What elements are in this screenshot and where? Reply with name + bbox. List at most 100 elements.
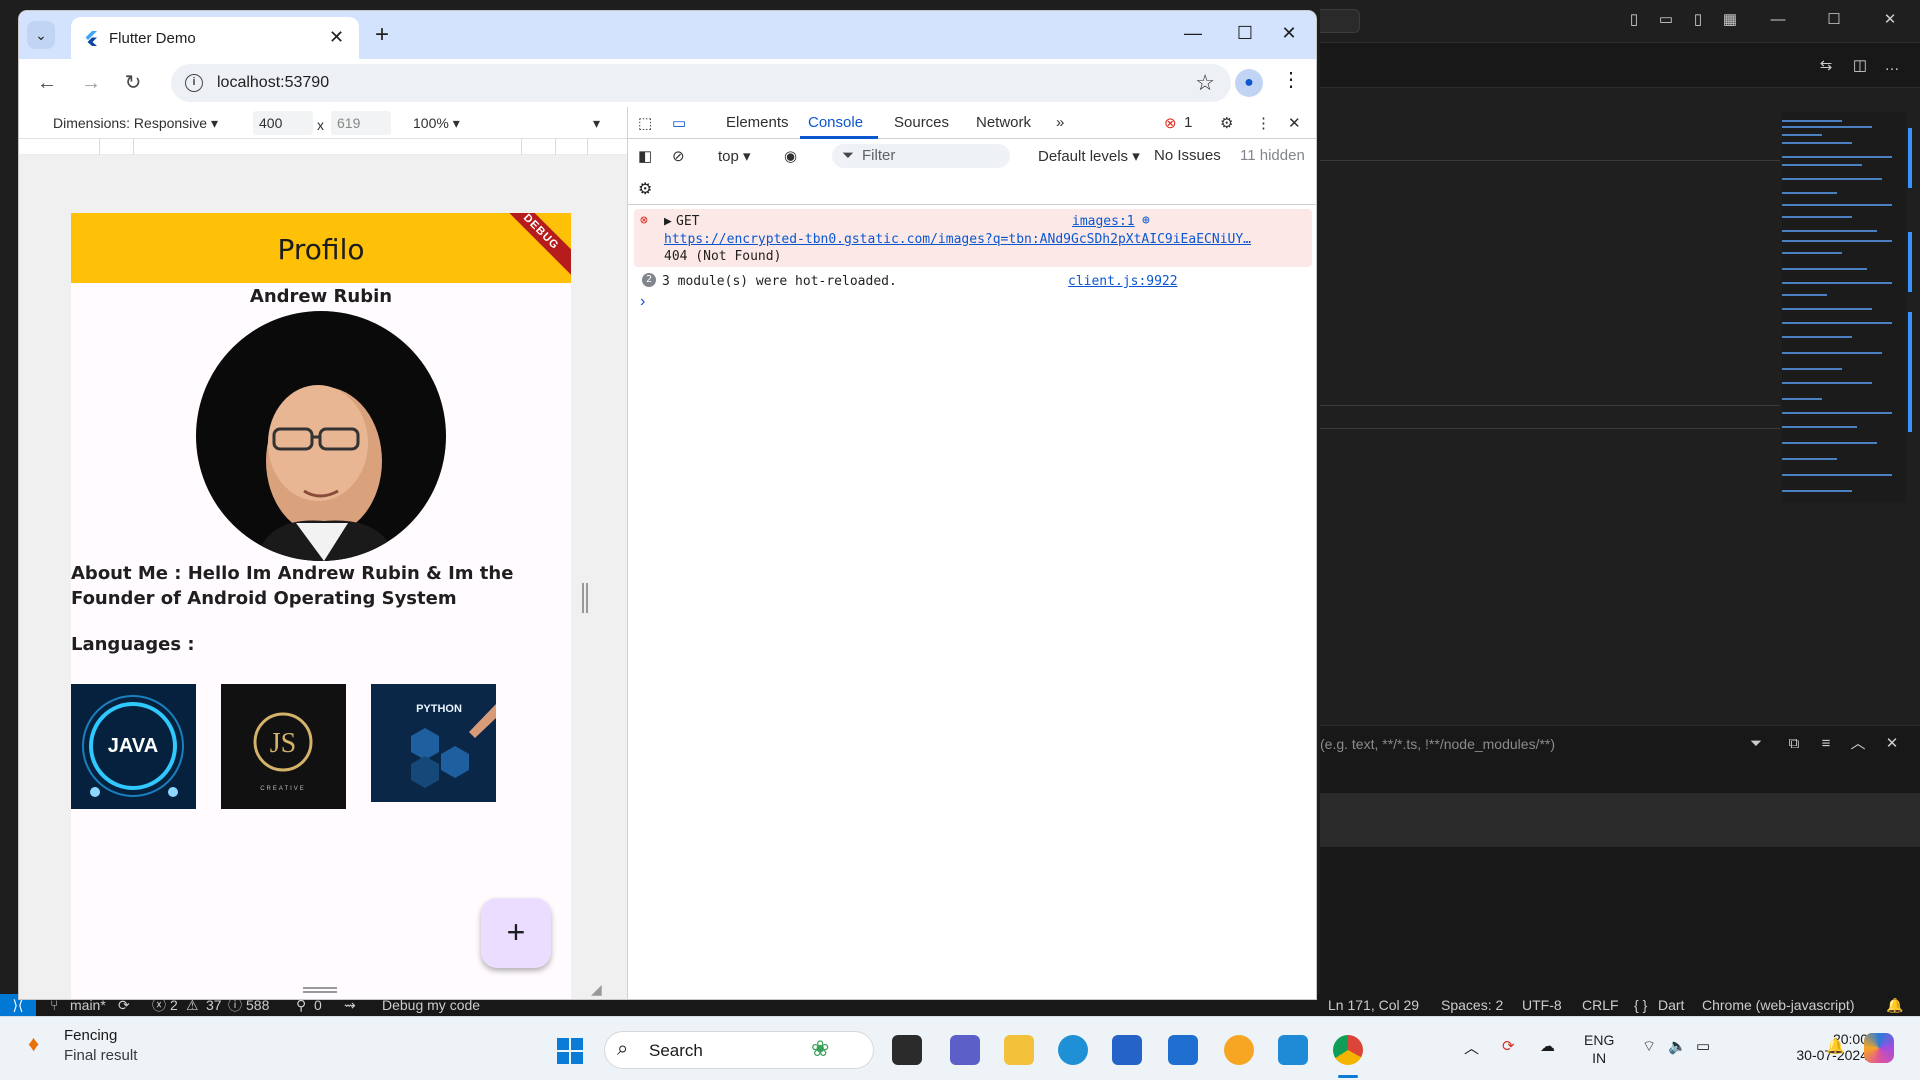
device-toggle-icon[interactable]: ▭	[672, 114, 686, 132]
resize-corner-icon[interactable]: ◢	[591, 981, 602, 998]
console-filter-input[interactable]: ⏷ Filter	[832, 144, 1010, 168]
sync-tray-icon[interactable]: ⟳	[1502, 1037, 1515, 1055]
indentation[interactable]: Spaces: 2	[1441, 994, 1503, 1016]
expand-triangle-icon[interactable]: ▶	[664, 214, 672, 229]
file-explorer-app-icon[interactable]	[1004, 1035, 1034, 1065]
tab-sources[interactable]: Sources	[894, 114, 949, 131]
clear-console-icon[interactable]: ⊘	[672, 147, 685, 165]
copilot-icon[interactable]	[1864, 1033, 1894, 1063]
pencil-app-icon[interactable]	[1224, 1035, 1254, 1065]
notifications-icon[interactable]: 🔔	[1886, 994, 1903, 1016]
info-source-link[interactable]: client.js:9922	[1068, 274, 1178, 289]
inspect-element-icon[interactable]: ⬚	[638, 114, 652, 132]
vscode-minimize-icon[interactable]: —	[1766, 10, 1790, 30]
vscode-command-center[interactable]	[1320, 9, 1360, 33]
chrome-app-icon[interactable]	[1333, 1035, 1363, 1065]
tab-elements[interactable]: Elements	[726, 114, 789, 131]
forward-icon[interactable]: →	[77, 71, 105, 95]
tab-close-icon[interactable]: ✕	[329, 27, 344, 48]
log-levels-dropdown[interactable]: Default levels ▾	[1038, 147, 1140, 165]
address-bar[interactable]: i localhost:53790 ☆	[171, 64, 1231, 102]
site-info-icon[interactable]: i	[185, 74, 203, 92]
maximize-panel-icon[interactable]: ︿	[1846, 734, 1870, 754]
editor-minimap[interactable]	[1782, 112, 1906, 502]
console-info-message[interactable]: 2 3 module(s) were hot-reloaded. client.…	[634, 269, 1312, 293]
dimensions-dropdown[interactable]: Dimensions: Responsive ▾	[53, 115, 218, 132]
chrome-menu-icon[interactable]: ⋮	[1281, 67, 1301, 92]
filter-icon[interactable]: ⏷	[1744, 734, 1768, 754]
console-settings-gear-icon[interactable]: ⚙	[638, 179, 652, 199]
browser-tab[interactable]: Flutter Demo ✕	[71, 17, 359, 59]
input-language[interactable]: ENG IN	[1584, 1031, 1614, 1067]
reload-icon[interactable]: ↻	[119, 71, 147, 95]
device-selector[interactable]: Chrome (web-javascript)	[1702, 994, 1854, 1016]
tray-overflow-icon[interactable]: ︿	[1464, 1037, 1479, 1058]
url-text[interactable]: localhost:53790	[217, 74, 329, 92]
notification-bell-icon[interactable]: 🔔	[1826, 1037, 1845, 1055]
split-editor-icon[interactable]: ◫	[1848, 56, 1872, 76]
minimize-icon[interactable]: —	[1173, 23, 1213, 44]
console-error-message[interactable]: ⊗ ▶ GET images:1 ⊕ https://encrypted-tbn…	[634, 209, 1312, 267]
copy-icon[interactable]: ⧉	[1782, 734, 1806, 754]
devtools-settings-icon[interactable]: ⚙	[1220, 114, 1233, 132]
customize-layout-icon[interactable]: ▦	[1718, 10, 1742, 30]
cursor-position[interactable]: Ln 171, Col 29	[1328, 994, 1419, 1016]
device-options-icon[interactable]: ▾	[593, 115, 600, 132]
console-sidebar-icon[interactable]: ◧	[638, 147, 652, 165]
network-globe-icon[interactable]: ⊕	[1142, 213, 1150, 228]
wifi-icon[interactable]: ⌔	[1642, 1037, 1656, 1056]
android-studio-app-icon[interactable]	[1168, 1035, 1198, 1065]
resize-handle-bottom[interactable]	[303, 987, 337, 993]
system-clock[interactable]: 20:00 30-07-2024	[1780, 1031, 1868, 1063]
open-changes-icon[interactable]: ⇆	[1814, 56, 1838, 76]
maximize-icon[interactable]: ☐	[1225, 23, 1265, 44]
close-window-icon[interactable]: ✕	[1269, 23, 1309, 44]
error-badge-icon[interactable]: ⊗	[1164, 114, 1177, 132]
battery-icon[interactable]: ▭	[1696, 1037, 1710, 1055]
issues-button[interactable]: No Issues	[1154, 147, 1221, 164]
media-query-ruler[interactable]	[19, 139, 627, 155]
live-expression-eye-icon[interactable]: ◉	[784, 147, 797, 165]
resize-handle-right[interactable]	[582, 583, 588, 613]
tab-console[interactable]: Console	[808, 114, 863, 131]
encoding[interactable]: UTF-8	[1522, 994, 1562, 1016]
teams-app-icon[interactable]	[950, 1035, 980, 1065]
error-badge-count[interactable]: 1	[1184, 114, 1192, 131]
back-icon[interactable]: ←	[33, 71, 61, 95]
add-fab-button[interactable]: +	[481, 898, 551, 968]
context-selector[interactable]: top ▾	[718, 147, 751, 165]
toggle-sidebar-icon[interactable]: ▯	[1622, 10, 1646, 30]
line-ending[interactable]: CRLF	[1582, 994, 1619, 1016]
bookmark-star-icon[interactable]: ☆	[1195, 70, 1215, 96]
tab-search-chevron-icon[interactable]: ⌄	[27, 21, 55, 49]
panel-filter-input[interactable]: (e.g. text, **/*.ts, !**/node_modules/**…	[1320, 730, 1780, 758]
edge-app-icon[interactable]	[1058, 1035, 1088, 1065]
terminal-app-icon[interactable]	[892, 1035, 922, 1065]
devtools-close-icon[interactable]: ✕	[1288, 114, 1301, 132]
console-prompt-icon[interactable]: ›	[640, 293, 645, 311]
toggle-secondary-sidebar-icon[interactable]: ▯	[1686, 10, 1710, 30]
language-mode[interactable]: Dart	[1658, 994, 1684, 1016]
width-input[interactable]: 400	[253, 111, 313, 135]
profile-avatar-icon[interactable]: ●	[1235, 69, 1263, 97]
cloud-tray-icon[interactable]: ☁	[1540, 1037, 1555, 1055]
error-source-link[interactable]: images:1	[1072, 214, 1135, 229]
close-panel-icon[interactable]: ✕	[1880, 734, 1904, 754]
new-tab-icon[interactable]: +	[375, 21, 389, 49]
taskbar-search[interactable]: ⌕ Search ❀	[604, 1031, 874, 1069]
toggle-panel-icon[interactable]: ▭	[1654, 10, 1678, 30]
zoom-dropdown[interactable]: 100% ▾	[413, 115, 460, 132]
error-url-link[interactable]: https://encrypted-tbn0.gstatic.com/image…	[664, 232, 1251, 247]
windows-start-icon[interactable]	[556, 1037, 584, 1065]
devtools-menu-icon[interactable]: ⋮	[1256, 114, 1271, 132]
store-app-icon[interactable]	[1112, 1035, 1142, 1065]
hidden-count[interactable]: 11 hidden	[1240, 147, 1305, 164]
more-tabs-icon[interactable]: »	[1056, 114, 1064, 131]
height-input[interactable]: 619	[331, 111, 391, 135]
vscode-maximize-icon[interactable]: ☐	[1822, 10, 1846, 30]
vscode-close-icon[interactable]: ✕	[1878, 10, 1902, 30]
volume-icon[interactable]: 🔈	[1668, 1037, 1687, 1055]
tab-network[interactable]: Network	[976, 114, 1031, 131]
clear-output-icon[interactable]: ≡	[1814, 734, 1838, 754]
more-actions-icon[interactable]: …	[1880, 56, 1904, 76]
